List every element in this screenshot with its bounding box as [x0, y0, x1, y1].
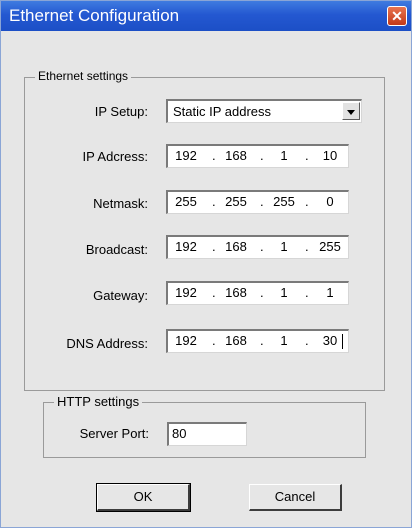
netmask-octet-2[interactable]: 255: [221, 194, 251, 209]
ip-setup-value: Static IP address: [173, 104, 272, 119]
http-settings-title: HTTP settings: [54, 394, 143, 409]
ethernet-configuration-dialog: Ethernet Configuration ✕ Ethernet settin…: [0, 0, 412, 528]
netmask-octet-1[interactable]: 255: [171, 194, 201, 209]
netmask-field[interactable]: 255 . 255 . 255 . 0: [166, 190, 349, 214]
ip-dot: .: [305, 148, 309, 163]
broadcast-octet-3[interactable]: 1: [269, 239, 299, 254]
ip-setup-select[interactable]: Static IP address: [166, 99, 362, 123]
gateway-dot: .: [305, 285, 309, 300]
ip-octet-2[interactable]: 168: [221, 148, 251, 163]
netmask-dot: .: [212, 194, 216, 209]
gateway-octet-4[interactable]: 1: [315, 285, 345, 300]
server-port-input[interactable]: 80: [167, 422, 247, 446]
dns-octet-4[interactable]: 30: [315, 333, 345, 348]
broadcast-field[interactable]: 192 . 168 . 1 . 255: [166, 235, 349, 259]
ip-dot: .: [212, 148, 216, 163]
chevron-down-icon[interactable]: [342, 102, 360, 120]
broadcast-octet-2[interactable]: 168: [221, 239, 251, 254]
text-caret: [342, 334, 343, 349]
broadcast-label: Broadcast:: [85, 242, 148, 257]
ip-address-field[interactable]: 192 . 168 . 1 . 10: [166, 144, 349, 168]
dns-octet-3[interactable]: 1: [269, 333, 299, 348]
gateway-octet-3[interactable]: 1: [269, 285, 299, 300]
title-bar[interactable]: Ethernet Configuration ✕: [1, 1, 411, 31]
ip-address-label: IP Adcress:: [82, 149, 148, 164]
ok-button[interactable]: OK: [96, 483, 191, 512]
close-button[interactable]: ✕: [387, 6, 407, 26]
gateway-octet-1[interactable]: 192: [171, 285, 201, 300]
gateway-label: Gateway:: [93, 288, 148, 303]
dns-octet-2[interactable]: 168: [221, 333, 251, 348]
broadcast-dot: .: [212, 239, 216, 254]
dns-dot: .: [212, 333, 216, 348]
cancel-button[interactable]: Cancel: [249, 484, 342, 511]
netmask-octet-4[interactable]: 0: [315, 194, 345, 209]
ethernet-settings-title: Ethernet settings: [35, 69, 132, 83]
broadcast-octet-4[interactable]: 255: [315, 239, 345, 254]
gateway-dot: .: [212, 285, 216, 300]
netmask-dot: .: [305, 194, 309, 209]
netmask-label: Netmask:: [93, 196, 148, 211]
dns-dot: .: [260, 333, 264, 348]
ip-octet-3[interactable]: 1: [269, 148, 299, 163]
broadcast-dot: .: [260, 239, 264, 254]
netmask-octet-3[interactable]: 255: [269, 194, 299, 209]
gateway-dot: .: [260, 285, 264, 300]
gateway-field[interactable]: 192 . 168 . 1 . 1: [166, 281, 349, 305]
ip-octet-4[interactable]: 10: [315, 148, 345, 163]
ip-setup-label: IP Setup:: [94, 104, 148, 119]
window-title: Ethernet Configuration: [9, 6, 180, 25]
ip-dot: .: [260, 148, 264, 163]
dns-dot: .: [305, 333, 309, 348]
server-port-label: Server Port:: [79, 426, 149, 441]
close-icon: ✕: [391, 8, 403, 24]
dns-octet-1[interactable]: 192: [171, 333, 201, 348]
gateway-octet-2[interactable]: 168: [221, 285, 251, 300]
broadcast-octet-1[interactable]: 192: [171, 239, 201, 254]
dns-address-label: DNS Address:: [66, 336, 148, 351]
broadcast-dot: .: [305, 239, 309, 254]
netmask-dot: .: [260, 194, 264, 209]
ip-octet-1[interactable]: 192: [171, 148, 201, 163]
dns-address-field[interactable]: 192 . 168 . 1 . 30: [166, 329, 349, 353]
